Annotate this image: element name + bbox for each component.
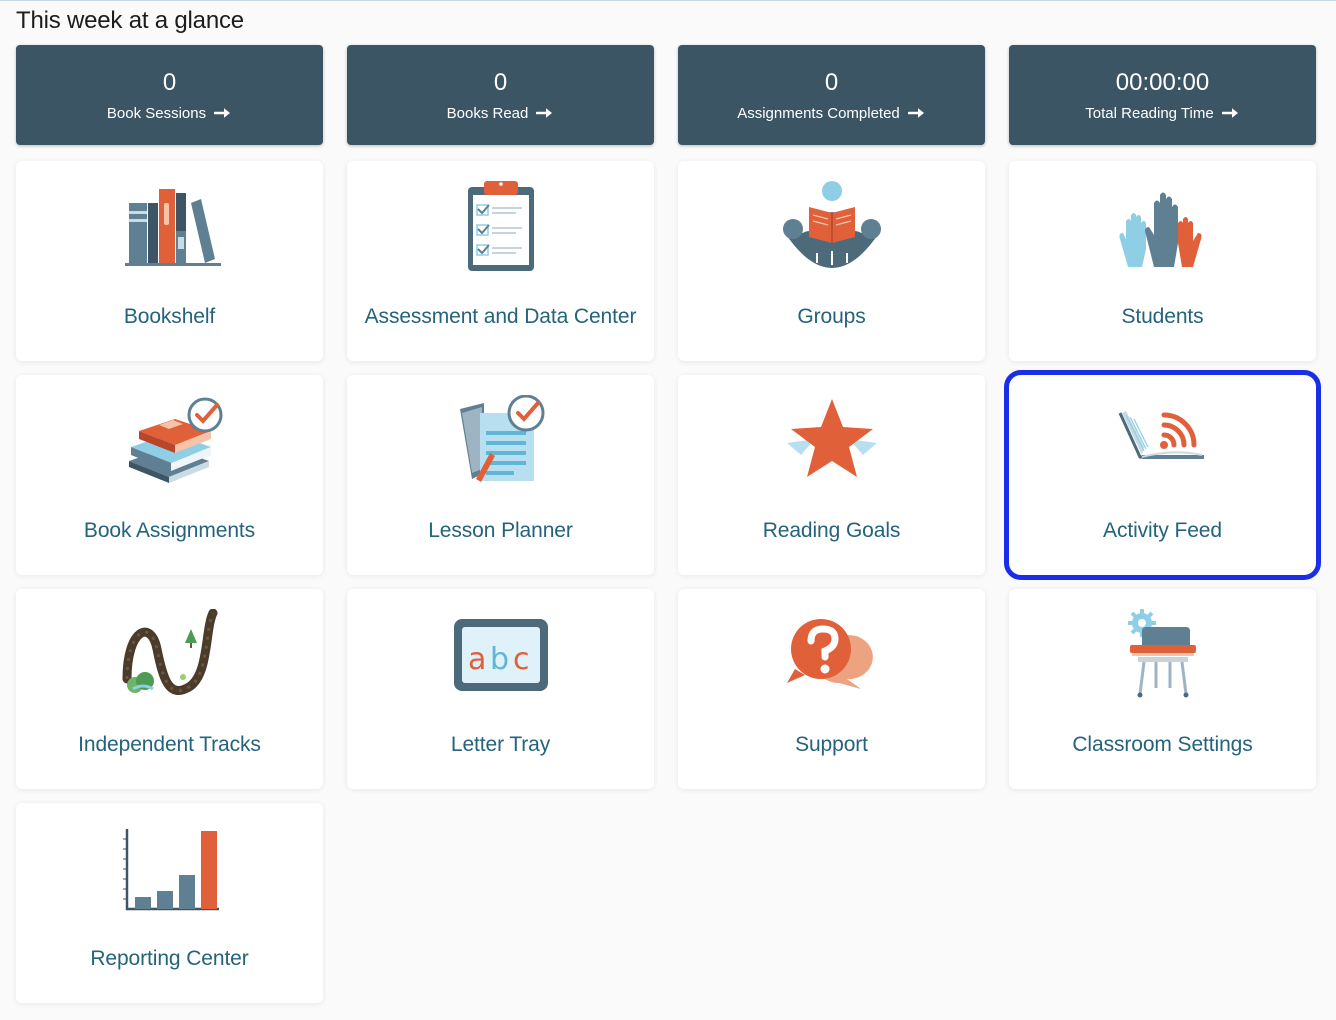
tile-label: Reading Goals — [762, 519, 901, 542]
arrow-right-icon — [536, 106, 554, 120]
clipboard-checklist-icon — [446, 181, 556, 271]
tile-label: Assessment and Data Center — [364, 305, 637, 328]
book-feed-icon — [1108, 395, 1218, 485]
page-title: This week at a glance — [16, 7, 244, 34]
arrow-right-icon — [214, 106, 232, 120]
tile-independent-tracks[interactable]: Independent Tracks — [16, 589, 323, 789]
tile-label: Lesson Planner — [428, 519, 573, 542]
tile-label: Students — [1121, 305, 1204, 328]
winding-path-icon — [115, 609, 225, 699]
total-reading-time-stat[interactable]: 00:00:00 Total Reading Time — [1009, 45, 1316, 145]
abc-board-icon: a b c — [446, 609, 556, 699]
total-reading-time-label: Total Reading Time — [1085, 104, 1214, 122]
tile-activity-feed[interactable]: Activity Feed — [1004, 370, 1321, 580]
svg-text:c: c — [513, 642, 530, 677]
tile-label: Activity Feed — [1103, 519, 1222, 542]
svg-text:b: b — [490, 642, 509, 677]
books-read-label: Books Read — [446, 104, 529, 122]
tile-assessment-data-center[interactable]: Assessment and Data Center — [347, 161, 654, 361]
group-reading-icon — [777, 181, 887, 271]
tile-letter-tray[interactable]: a b c Letter Tray — [347, 589, 654, 789]
tile-students[interactable]: Students — [1009, 161, 1316, 361]
question-bubbles-icon — [777, 609, 887, 699]
book-sessions-label: Book Sessions — [106, 104, 207, 122]
tile-label: Groups — [797, 305, 866, 328]
arrow-right-icon — [907, 106, 926, 120]
arrow-right-icon — [1221, 106, 1240, 120]
total-reading-time-value: 00:00:00 — [1115, 68, 1210, 96]
svg-text:a: a — [468, 642, 486, 677]
tile-label: Bookshelf — [123, 305, 216, 328]
books-read-value: 0 — [493, 68, 508, 96]
tile-lesson-planner[interactable]: Lesson Planner — [347, 375, 654, 575]
weekly-stats: 0 Book Sessions 0 Books Read 0 Assignmen… — [16, 45, 1316, 145]
raised-hands-icon — [1108, 181, 1218, 271]
tile-support[interactable]: Support — [678, 589, 985, 789]
star-icon — [777, 395, 887, 485]
bookshelf-icon — [115, 181, 225, 271]
assignments-completed-stat[interactable]: 0 Assignments Completed — [678, 45, 985, 145]
assignments-completed-label: Assignments Completed — [737, 104, 900, 122]
tile-reading-goals[interactable]: Reading Goals — [678, 375, 985, 575]
feature-tiles: Bookshelf Assessment and Data Center Gro… — [16, 161, 1321, 1003]
book-sessions-stat[interactable]: 0 Book Sessions — [16, 45, 323, 145]
tile-label: Independent Tracks — [78, 733, 261, 756]
tile-label: Classroom Settings — [1072, 733, 1253, 756]
tile-classroom-settings[interactable]: Classroom Settings — [1009, 589, 1316, 789]
tile-bookshelf[interactable]: Bookshelf — [16, 161, 323, 361]
tile-label: Reporting Center — [90, 947, 249, 970]
book-sessions-value: 0 — [162, 68, 177, 96]
desk-gear-icon — [1108, 609, 1218, 699]
bar-chart-icon — [115, 823, 225, 913]
tile-reporting-center[interactable]: Reporting Center — [16, 803, 323, 1003]
assignments-completed-value: 0 — [824, 68, 839, 96]
books-read-stat[interactable]: 0 Books Read — [347, 45, 654, 145]
tile-label: Letter Tray — [450, 733, 551, 756]
tile-label: Book Assignments — [83, 519, 256, 542]
lesson-plan-check-icon — [446, 395, 556, 485]
tile-groups[interactable]: Groups — [678, 161, 985, 361]
tile-label: Support — [795, 733, 868, 756]
book-stack-check-icon — [115, 395, 225, 485]
tile-book-assignments[interactable]: Book Assignments — [16, 375, 323, 575]
